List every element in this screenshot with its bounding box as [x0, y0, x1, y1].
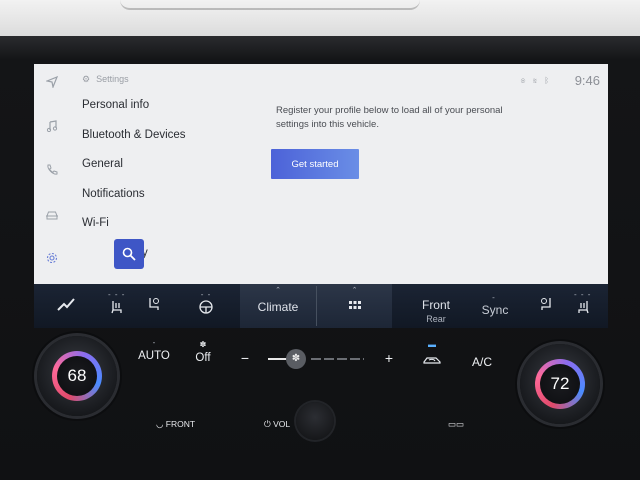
power-volume-button[interactable]: ⏻ VOL	[264, 419, 290, 430]
auto-button[interactable]: AUTO	[137, 350, 171, 362]
profile-content: ◉≋ᛒ 9:46 Register your profile below to …	[271, 64, 608, 284]
steering-heat-icon[interactable]: - -	[198, 290, 214, 318]
airflow-icon[interactable]	[56, 296, 76, 315]
car-icon[interactable]	[44, 208, 60, 224]
menu-item-bluetooth-devices[interactable]: Bluetooth & Devices	[82, 129, 186, 141]
recirculate-indicator: ▬	[428, 340, 436, 349]
menu-item-general[interactable]: General	[82, 158, 123, 170]
power-icon: ⏻	[264, 419, 271, 429]
bluetooth-icon: ᛒ	[544, 76, 556, 85]
fan-speed-remaining	[311, 358, 364, 360]
music-icon[interactable]	[44, 120, 60, 136]
sync-button[interactable]: Sync	[480, 303, 510, 317]
rear-defrost-icon: ▭▭	[448, 419, 465, 429]
right-temp-value: 72	[550, 374, 570, 393]
profile-intro-text: Register your profile below to load all …	[276, 105, 503, 130]
climate-bar: - - - - - ⌃ Climate ⌃ Front Rear - Sync …	[34, 284, 608, 328]
front-button[interactable]: Front	[418, 298, 454, 312]
apps-grid-icon[interactable]	[317, 300, 392, 314]
ac-button[interactable]: A/C	[468, 355, 496, 369]
seat-vent-right-icon[interactable]	[538, 296, 554, 315]
climate-center-group: ⌃ Climate ⌃	[240, 284, 392, 328]
search-icon	[122, 247, 136, 261]
seat-heat-right-level: - - -	[574, 290, 592, 299]
seat-vent-left-icon[interactable]	[146, 296, 162, 315]
settings-header-label: Settings	[96, 74, 129, 84]
rear-label[interactable]: Rear	[418, 314, 454, 324]
right-temp-knob[interactable]: 72	[520, 344, 600, 424]
navigation-icon[interactable]	[44, 75, 60, 92]
menu-item-personal-info[interactable]: Personal info	[82, 99, 149, 111]
touchscreen: ⚙ Settings Personal info Bluetooth & Devi…	[34, 64, 608, 284]
dashboard-top-trim	[0, 0, 640, 36]
fan-off-icon: ✽	[199, 340, 207, 349]
wifi-icon: ◉	[520, 76, 533, 85]
left-rail	[34, 64, 70, 284]
car-infotainment-dashboard: ⚙ Settings Personal info Bluetooth & Devi…	[0, 0, 640, 480]
left-temp-dial: 68	[52, 351, 102, 401]
front-defrost-button[interactable]: ◡ FRONT	[156, 419, 195, 430]
settings-menu: ⚙ Settings Personal info Bluetooth & Devi…	[70, 64, 270, 284]
seat-heat-left-icon[interactable]: - - -	[108, 290, 125, 318]
front-defrost-label: FRONT	[165, 419, 196, 429]
steering-heat-level: - -	[200, 290, 212, 299]
fan-speed-track	[268, 358, 364, 360]
physical-control-panel: 68 AUTO - ✽ Off − ✽ + ▬ A/C 72 ◡ FRONT ⏻…	[0, 330, 640, 480]
fan-off-button[interactable]: Off	[192, 352, 214, 364]
defrost-icon: ◡	[156, 419, 164, 429]
settings-header: ⚙ Settings	[82, 74, 129, 85]
left-temp-value: 68	[67, 366, 87, 385]
rear-defrost-button[interactable]: ▭▭	[448, 419, 464, 430]
clock: 9:46	[574, 73, 600, 88]
phone-icon[interactable]	[44, 164, 60, 180]
menu-item-wifi[interactable]: Wi-Fi	[82, 217, 109, 229]
volume-knob[interactable]	[296, 402, 334, 440]
recirculate-car-icon[interactable]	[420, 354, 444, 368]
climate-chevron-icon: ⌃	[275, 287, 281, 294]
climate-button[interactable]: Climate	[240, 300, 316, 314]
fan-speed-slider-handle[interactable]: ✽	[286, 349, 306, 369]
signal-icon: ≋	[532, 76, 545, 85]
sync-level: -	[492, 293, 496, 302]
seat-heat-left-level: - - -	[108, 290, 126, 299]
left-temp-knob[interactable]: 68	[37, 336, 117, 416]
seat-heat-right-icon[interactable]: - - -	[574, 290, 591, 318]
status-icons: ◉≋ᛒ	[521, 76, 556, 85]
search-button[interactable]	[114, 239, 144, 269]
apps-chevron-icon: ⌃	[351, 287, 358, 294]
get-started-button[interactable]: Get started	[271, 149, 359, 179]
gear-icon: ⚙	[82, 74, 91, 84]
dashboard-trim-line	[120, 0, 420, 10]
fan-minus-button[interactable]: −	[237, 350, 253, 366]
fan-plus-button[interactable]: +	[382, 350, 396, 366]
settings-gear-icon[interactable]	[38, 244, 66, 272]
menu-item-notifications[interactable]: Notifications	[82, 188, 145, 200]
auto-indicator: -	[152, 338, 156, 347]
right-temp-dial: 72	[535, 359, 585, 409]
vol-label: VOL	[273, 419, 291, 429]
